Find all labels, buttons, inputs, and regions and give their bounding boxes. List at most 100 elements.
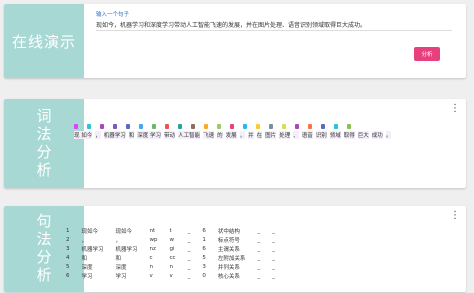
pos-tag-swatch <box>230 124 234 129</box>
token: ， <box>95 131 101 139</box>
token: 发展 <box>225 131 237 139</box>
table-cell: n <box>169 263 174 270</box>
table-cell: nt <box>149 227 156 234</box>
token: 带动 <box>164 131 176 139</box>
token: 和 <box>128 131 135 139</box>
token: 飞速 <box>203 131 215 139</box>
table-cell: cc <box>169 254 176 261</box>
table-cell: _ <box>257 254 261 261</box>
pos-tag-swatch <box>269 124 273 129</box>
pos-tag-swatch <box>87 124 91 129</box>
table-cell: wp <box>149 236 158 243</box>
table-cell: 6 <box>202 227 206 234</box>
demo-card: 在线演示 <box>4 4 466 78</box>
table-row: 4 和和 c cc _ 5 左附加关系 _ _ <box>60 253 281 262</box>
pos-tag-swatch <box>243 124 247 129</box>
table-cell: 6 <box>202 245 206 252</box>
table-cell: _ <box>187 236 191 243</box>
table-cell: _ <box>272 272 275 279</box>
table-cell: _ <box>187 272 191 279</box>
token: ， <box>239 131 246 139</box>
more-menu-icon[interactable]: ⋮ <box>450 104 460 114</box>
token: 取得 <box>343 131 355 139</box>
table-cell: 学习 <box>115 273 127 280</box>
table-row: 5 深度 深度 n n _ 3 并列关系 _ _ <box>60 262 281 271</box>
table-cell: _ <box>272 254 275 261</box>
lexical-side-panel: 词法分析 <box>4 99 84 188</box>
table-cell: nz <box>149 245 156 252</box>
table-cell: v <box>169 272 173 279</box>
table-cell: 4 <box>66 254 70 261</box>
table-cell: 深度 <box>115 264 127 271</box>
pos-tag-swatch <box>204 124 208 129</box>
table-cell: 3 <box>66 245 70 252</box>
table-cell: gi <box>169 245 175 252</box>
pos-tag-swatch <box>347 124 351 129</box>
table-cell: n <box>149 263 154 270</box>
table-row: 2 ， ， wp w _ 1 标点符号 _ _ <box>60 235 281 244</box>
token: 、 <box>293 131 299 139</box>
table-cell: 和 <box>81 255 88 262</box>
pos-tag-swatch <box>321 124 325 129</box>
table-cell: _ <box>187 254 191 261</box>
pos-tag-swatch <box>165 124 169 129</box>
table-cell: w <box>169 236 175 243</box>
demo-side-label: 在线演示 <box>11 32 76 51</box>
table-cell: t <box>169 227 172 234</box>
table-cell: 2 <box>66 236 70 243</box>
token: 现 如今 <box>74 131 93 139</box>
pos-tag-swatch <box>139 124 143 129</box>
token: 并 <box>248 131 254 139</box>
table-row: 3 机器学习 机器学习 nz gi _ 6 主谓关系 _ _ <box>60 244 281 253</box>
analyze-button[interactable]: 分析 <box>414 47 440 61</box>
lexical-side-label: 词法分析 <box>34 107 53 180</box>
table-cell: 3 <box>202 263 206 270</box>
token: 机器学习 <box>103 131 126 139</box>
pos-tag-swatch <box>295 124 299 129</box>
table-cell: 左附加关系 <box>217 255 246 262</box>
pos-tag-swatch <box>256 124 260 129</box>
token: 图片 <box>265 131 277 139</box>
table-cell: _ <box>187 227 191 234</box>
table-cell: 学习 <box>81 273 93 280</box>
pos-tag-swatch <box>100 124 104 129</box>
table-cell: 深度 <box>81 264 93 271</box>
more-menu-icon[interactable]: ⋮ <box>450 211 460 221</box>
table-cell: _ <box>187 263 191 270</box>
table-cell: _ <box>257 263 261 270</box>
table-cell: _ <box>257 272 261 279</box>
table-cell: ， <box>115 237 122 244</box>
lexical-card: 词法分析 ⋮ <box>4 99 466 188</box>
input-hint: 输入一个句子 <box>96 12 130 18</box>
table-cell: c <box>149 254 153 261</box>
pos-tag-swatch <box>152 124 156 129</box>
demo-side-panel: 在线演示 <box>4 4 84 78</box>
table-row: 1 现如今 现如今 nt t _ 6 状中结构 _ _ <box>60 226 281 235</box>
table-cell: 主谓关系 <box>217 246 240 253</box>
table-cell: ， <box>81 237 88 244</box>
token: 的 <box>217 131 223 139</box>
table-cell: _ <box>272 245 275 252</box>
table-cell: 5 <box>66 263 70 270</box>
segmentation-result: 现 如今，机器学习和深度 学习 带动 人工智能 飞速的发展，并在图片 处理、语音 识别 领域… <box>74 124 392 139</box>
token: 领域 <box>329 131 341 139</box>
token: 语音 <box>301 131 313 139</box>
sentence-input-value[interactable]: 现如今，机器学习和深度学习带动人工智能飞速的发展，并在图片处理、语音识别领域取得… <box>96 20 366 29</box>
pos-tag-swatch <box>126 124 130 129</box>
table-cell: 0 <box>202 272 206 279</box>
table-cell: 6 <box>66 272 70 279</box>
table-cell: 和 <box>115 255 122 262</box>
table-cell: _ <box>272 227 275 234</box>
table-row: 6 学习 学习 v v _ 0 核心关系 _ _ <box>60 271 281 280</box>
token: 。 <box>385 131 392 139</box>
table-cell: _ <box>272 236 275 243</box>
table-cell: _ <box>272 263 275 270</box>
table-cell: 核心关系 <box>217 273 240 280</box>
pos-tag-swatch <box>308 124 312 129</box>
token: 深度 学习 <box>137 131 162 139</box>
pos-tag-row <box>74 124 374 129</box>
token-row: 现 如今，机器学习和深度 学习 带动 人工智能 飞速的发展，并在图片 处理、语音 识别 领域… <box>74 131 392 139</box>
pos-tag-swatch <box>113 124 117 129</box>
pos-tag-swatch <box>191 124 195 129</box>
table-cell: 机器学习 <box>81 246 104 253</box>
